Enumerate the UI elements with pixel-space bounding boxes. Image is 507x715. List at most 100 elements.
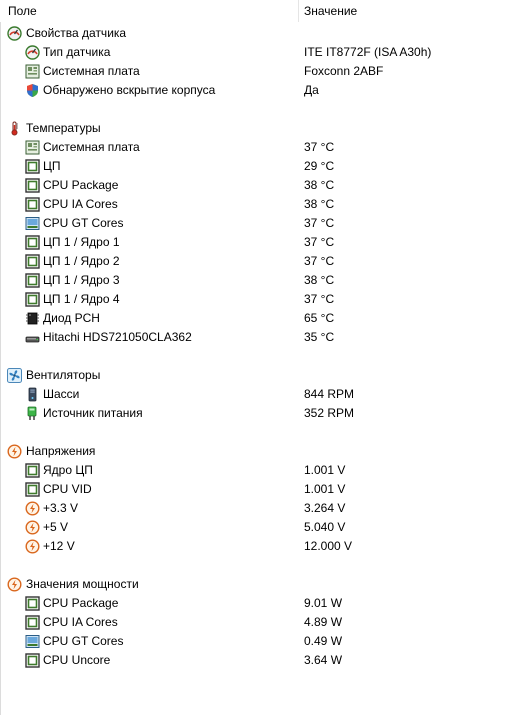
sensor-row[interactable]: CPU Package 38 °C <box>0 176 507 195</box>
chip-icon <box>25 178 40 193</box>
sensor-value: 37 °C <box>304 292 335 306</box>
sensor-row[interactable]: Источник питания 352 RPM <box>0 404 507 423</box>
group-label: Вентиляторы <box>26 368 101 382</box>
sensor-value: Foxconn 2ABF <box>304 64 384 78</box>
sensor-value: 9.01 W <box>304 596 343 610</box>
sensor-label: Обнаружено вскрытие корпуса <box>43 83 216 97</box>
chip-icon <box>25 254 40 269</box>
sensor-value: Да <box>304 83 319 97</box>
sensor-value: 38 °C <box>304 178 335 192</box>
group-label: Свойства датчика <box>26 26 127 40</box>
sensor-label: CPU Package <box>43 178 119 192</box>
sensor-row[interactable]: +3.3 V 3.264 V <box>0 499 507 518</box>
sensor-value: 37 °C <box>304 235 335 249</box>
sensor-label: Источник питания <box>43 406 143 420</box>
sensor-row[interactable]: ЦП 1 / Ядро 3 38 °C <box>0 271 507 290</box>
sensor-label: +12 V <box>43 539 75 553</box>
sensor-row[interactable]: Системная плата Foxconn 2ABF <box>0 62 507 81</box>
sensor-value: 37 °C <box>304 216 335 230</box>
sensor-value: 38 °C <box>304 273 335 287</box>
sensor-row[interactable]: Системная плата 37 °C <box>0 138 507 157</box>
sensor-label: Ядро ЦП <box>43 463 93 477</box>
fan-icon <box>7 368 22 383</box>
sensor-row[interactable]: CPU Uncore 3.64 W <box>0 651 507 670</box>
group-header[interactable]: Значения мощности <box>0 575 507 594</box>
sensor-value: 5.040 V <box>304 520 346 534</box>
sensor-label: ЦП 1 / Ядро 1 <box>43 235 120 249</box>
sensor-value: 352 RPM <box>304 406 355 420</box>
sensor-row[interactable]: ЦП 29 °C <box>0 157 507 176</box>
sensor-row[interactable]: ЦП 1 / Ядро 4 37 °C <box>0 290 507 309</box>
case-icon <box>25 387 40 402</box>
chip-icon <box>25 596 40 611</box>
sensor-row[interactable]: CPU IA Cores 38 °C <box>0 195 507 214</box>
sensor-row[interactable]: CPU GT Cores 0.49 W <box>0 632 507 651</box>
column-header-field[interactable]: Поле <box>8 4 37 18</box>
column-header: Поле Значение <box>0 0 507 22</box>
sensor-value: 3.264 V <box>304 501 346 515</box>
chip-icon <box>25 273 40 288</box>
sensor-value: 0.49 W <box>304 634 343 648</box>
sensor-row[interactable]: Диод PCH 65 °C <box>0 309 507 328</box>
sensor-row[interactable]: +12 V 12.000 V <box>0 537 507 556</box>
sensor-row[interactable]: Обнаружено вскрытие корпуса Да <box>0 81 507 100</box>
group-header[interactable]: Напряжения <box>0 442 507 461</box>
sensor-value: 1.001 V <box>304 482 346 496</box>
sensor-label: Системная плата <box>43 64 140 78</box>
sensor-value: 35 °C <box>304 330 335 344</box>
sensor-row[interactable]: CPU Package 9.01 W <box>0 594 507 613</box>
chip-icon <box>25 482 40 497</box>
sensor-label: CPU IA Cores <box>43 615 118 629</box>
thermometer-icon <box>7 121 22 136</box>
sensor-row[interactable]: Шасси 844 RPM <box>0 385 507 404</box>
group-header[interactable]: Температуры <box>0 119 507 138</box>
sensor-label: ЦП <box>43 159 61 173</box>
sensor-label: Тип датчика <box>43 45 111 59</box>
sensor-row[interactable]: CPU GT Cores 37 °C <box>0 214 507 233</box>
sensor-value: 38 °C <box>304 197 335 211</box>
sensor-label: ЦП 1 / Ядро 3 <box>43 273 120 287</box>
column-header-value[interactable]: Значение <box>304 4 357 18</box>
motherboard-icon <box>25 140 40 155</box>
group-header[interactable]: Свойства датчика <box>0 24 507 43</box>
shield-icon <box>25 83 40 98</box>
sensor-label: Шасси <box>43 387 80 401</box>
sensor-value: 37 °C <box>304 140 335 154</box>
voltage-icon <box>25 539 40 554</box>
sensor-label: CPU IA Cores <box>43 197 118 211</box>
sensor-label: CPU GT Cores <box>43 216 124 230</box>
sensor-label: CPU Package <box>43 596 119 610</box>
sensor-value: 65 °C <box>304 311 335 325</box>
sensor-value: ITE IT8772F (ISA A30h) <box>304 45 432 59</box>
sensor-row[interactable]: +5 V 5.040 V <box>0 518 507 537</box>
sensor-row[interactable]: CPU IA Cores 4.89 W <box>0 613 507 632</box>
motherboard-icon <box>25 64 40 79</box>
chip-icon <box>25 197 40 212</box>
sensor-value: 4.89 W <box>304 615 343 629</box>
sensor-row[interactable]: Hitachi HDS721050CLA362 35 °C <box>0 328 507 347</box>
sensor-label: ЦП 1 / Ядро 2 <box>43 254 120 268</box>
sensor-icon <box>7 26 22 41</box>
voltage-icon <box>7 577 22 592</box>
chip-icon <box>25 292 40 307</box>
column-divider[interactable] <box>298 0 299 22</box>
sensor-row[interactable]: CPU VID 1.001 V <box>0 480 507 499</box>
chip-icon <box>25 615 40 630</box>
sensor-row[interactable]: ЦП 1 / Ядро 1 37 °C <box>0 233 507 252</box>
sensor-label: ЦП 1 / Ядро 4 <box>43 292 120 306</box>
sensor-value: 29 °C <box>304 159 335 173</box>
sensor-value: 3.64 W <box>304 653 343 667</box>
sensor-row[interactable]: ЦП 1 / Ядро 2 37 °C <box>0 252 507 271</box>
sensor-row[interactable]: Тип датчика ITE IT8772F (ISA A30h) <box>0 43 507 62</box>
group-label: Напряжения <box>26 444 96 458</box>
sensor-value: 37 °C <box>304 254 335 268</box>
group-header[interactable]: Вентиляторы <box>0 366 507 385</box>
sensor-row[interactable]: Ядро ЦП 1.001 V <box>0 461 507 480</box>
sensor-label: CPU GT Cores <box>43 634 124 648</box>
sensor-label: CPU Uncore <box>43 653 111 667</box>
gpu-icon <box>25 634 40 649</box>
gpu-icon <box>25 216 40 231</box>
sensor-value: 12.000 V <box>304 539 353 553</box>
sensor-value: 844 RPM <box>304 387 355 401</box>
chip-icon <box>25 235 40 250</box>
